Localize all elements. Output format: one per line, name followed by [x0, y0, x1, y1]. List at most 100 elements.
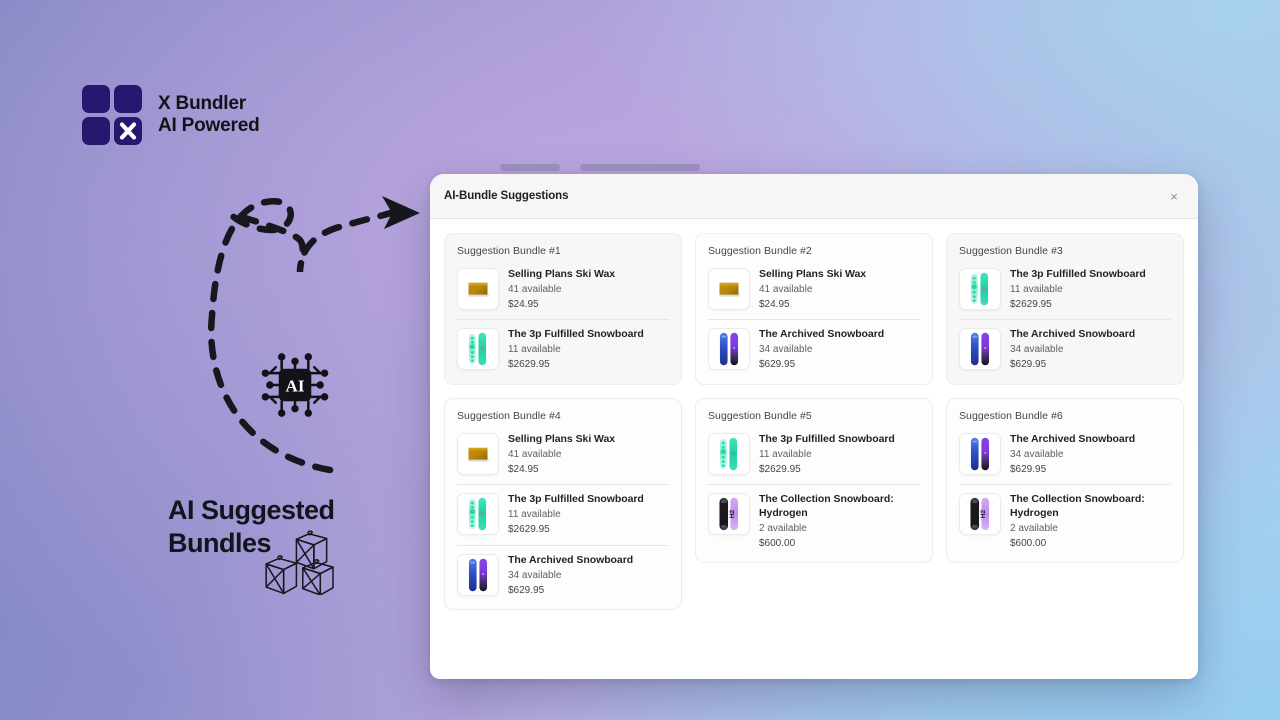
product-info: The Collection Snowboard: Hydrogen 2 ava…: [1010, 493, 1171, 550]
product-name: The Collection Snowboard: Hydrogen: [759, 493, 894, 519]
product-price: $629.95: [1010, 359, 1047, 371]
brand-lockup: X Bundler AI Powered: [82, 85, 260, 145]
logo-tile-1: [82, 85, 110, 113]
bundle-title: Suggestion Bundle #5: [708, 409, 812, 422]
product-info: Selling Plans Ski Wax 41 available $24.9…: [508, 268, 669, 311]
product-info: The Archived Snowboard 34 available $629…: [508, 554, 669, 597]
product-name: The 3p Fulfilled Snowboard: [508, 328, 644, 341]
teal-snowboard-thumb: [708, 432, 750, 475]
product-stock: 11 available: [1010, 283, 1063, 295]
modal-title: AI-Bundle Suggestions: [444, 190, 569, 202]
teal-snowboard-thumb: [457, 493, 499, 536]
product-stock: 34 available: [1010, 344, 1064, 356]
product-name: Selling Plans Ski Wax: [508, 268, 616, 280]
blue-purple-snowboard-thumb: [457, 553, 499, 596]
bundle-product-list: Selling Plans Ski Wax 41 available $24.9…: [708, 266, 920, 372]
product-stock: 34 available: [759, 344, 813, 356]
bundle-grid: Suggestion Bundle #1 Selling Plans Ski W…: [444, 233, 1184, 611]
bundle-product-row[interactable]: The 3p Fulfilled Snowboard 11 available …: [708, 431, 920, 484]
product-stock: 2 available: [759, 522, 807, 534]
blue-purple-snowboard-thumb: [708, 328, 750, 371]
bundle-product-list: Selling Plans Ski Wax 41 available $24.9…: [457, 266, 669, 372]
brand-text: X Bundler AI Powered: [158, 92, 260, 138]
packages-icon: [258, 525, 338, 595]
ski-wax-thumb: [708, 268, 750, 310]
product-stock: 11 available: [759, 448, 812, 460]
bundle-product-list: Selling Plans Ski Wax 41 available $24.9…: [457, 431, 669, 597]
bundle-product-row[interactable]: The 3p Fulfilled Snowboard 11 available …: [457, 319, 669, 371]
product-info: Selling Plans Ski Wax 41 available $24.9…: [508, 433, 669, 476]
ski-wax-thumb: [457, 268, 499, 310]
bundle-title: Suggestion Bundle #2: [708, 245, 812, 257]
bundle-product-row[interactable]: The Archived Snowboard 34 available $629…: [959, 319, 1171, 371]
bundle-title: Suggestion Bundle #4: [457, 409, 561, 422]
product-name: The Archived Snowboard: [759, 328, 885, 341]
bundle-product-row[interactable]: The 3p Fulfilled Snowboard 11 available …: [457, 484, 669, 544]
bundle-product-row[interactable]: The 3p Fulfilled Snowboard 11 available …: [959, 266, 1171, 319]
product-price: $629.95: [759, 359, 796, 371]
product-info: The 3p Fulfilled Snowboard 11 available …: [759, 433, 920, 476]
product-stock: 41 available: [759, 283, 813, 295]
product-stock: 11 available: [508, 509, 561, 521]
bundle-product-row[interactable]: H2 The Collection Snowboard: Hydrogen 2 …: [708, 484, 920, 550]
product-info: The 3p Fulfilled Snowboard 11 available …: [1010, 268, 1171, 311]
promo-screenshot: X Bundler AI Powered AI AI Suggested Bun…: [0, 0, 1280, 720]
bundle-card-6[interactable]: Suggestion Bundle #6 The Archived Snowbo: [946, 397, 1184, 564]
product-stock: 41 available: [508, 448, 562, 460]
bundle-card-1[interactable]: Suggestion Bundle #1 Selling Plans Ski W…: [444, 233, 682, 385]
product-info: The Archived Snowboard 34 available $629…: [1010, 328, 1171, 371]
bundle-product-row[interactable]: Selling Plans Ski Wax 41 available $24.9…: [457, 266, 669, 319]
bundle-product-list: The 3p Fulfilled Snowboard 11 available …: [959, 266, 1171, 372]
product-price: $24.95: [759, 298, 790, 310]
logo-tile-x-icon: [114, 117, 142, 145]
product-name: The Archived Snowboard: [1010, 328, 1136, 341]
product-info: The 3p Fulfilled Snowboard 11 available …: [508, 493, 669, 536]
brand-line-1: X Bundler: [158, 92, 246, 114]
bundle-product-row[interactable]: The Archived Snowboard 34 available $629…: [457, 544, 669, 597]
ghost-bar: [580, 163, 700, 171]
ai-bundle-suggestions-modal: AI-Bundle Suggestions × Suggestion Bundl…: [430, 174, 1198, 679]
hydrogen-snowboard-thumb: H2: [708, 493, 750, 536]
bundle-card-3[interactable]: Suggestion Bundle #3 The 3p Fulfilled Sn…: [946, 233, 1184, 385]
product-info: The Archived Snowboard 34 available $629…: [1010, 433, 1171, 476]
ski-wax-thumb: [457, 432, 499, 475]
ghost-bar: [500, 163, 560, 171]
product-price: $24.95: [508, 463, 539, 475]
bundle-product-row[interactable]: The Archived Snowboard 34 available $629…: [708, 319, 920, 371]
product-name: The Archived Snowboard: [1010, 432, 1136, 445]
logo-tile-2: [114, 85, 142, 113]
product-info: The Archived Snowboard 34 available $629…: [759, 328, 920, 371]
product-name: The 3p Fulfilled Snowboard: [759, 432, 895, 445]
hydrogen-snowboard-thumb: H2: [959, 493, 1001, 536]
product-stock: 34 available: [508, 569, 562, 581]
x-bundler-grid-logo: [82, 85, 142, 145]
product-price: $629.95: [508, 584, 545, 596]
product-name: The 3p Fulfilled Snowboard: [508, 493, 644, 506]
product-name: The Archived Snowboard: [508, 553, 634, 566]
bundle-title: Suggestion Bundle #3: [959, 245, 1063, 257]
bundle-card-4[interactable]: Suggestion Bundle #4 Selling Plans Ski W…: [444, 397, 682, 611]
modal-body: Suggestion Bundle #1 Selling Plans Ski W…: [430, 219, 1198, 679]
blue-purple-snowboard-thumb: [959, 432, 1001, 475]
product-price: $2629.95: [1010, 298, 1052, 310]
modal-header: AI-Bundle Suggestions ×: [430, 174, 1198, 219]
product-stock: 2 available: [1010, 522, 1058, 534]
bundle-product-row[interactable]: H2 The Collection Snowboard: Hydrogen 2 …: [959, 484, 1171, 550]
bundle-card-2[interactable]: Suggestion Bundle #2 Selling Plans Ski W…: [695, 233, 933, 385]
product-info: The Collection Snowboard: Hydrogen 2 ava…: [759, 493, 920, 550]
bundle-product-row[interactable]: Selling Plans Ski Wax 41 available $24.9…: [457, 431, 669, 484]
product-price: $2629.95: [759, 463, 801, 475]
bundle-card-5[interactable]: Suggestion Bundle #5 The 3p Fulfilled Sn…: [695, 397, 933, 564]
close-icon[interactable]: ×: [1164, 186, 1184, 206]
product-price: $629.95: [1010, 463, 1047, 475]
product-name: Selling Plans Ski Wax: [508, 432, 616, 445]
bundle-product-list: The Archived Snowboard 34 available $629…: [959, 431, 1171, 550]
bundle-product-row[interactable]: The Archived Snowboard 34 available $629…: [959, 431, 1171, 484]
teal-snowboard-thumb: [959, 268, 1001, 310]
bundle-product-row[interactable]: Selling Plans Ski Wax 41 available $24.9…: [708, 266, 920, 319]
product-name: The Collection Snowboard: Hydrogen: [1010, 493, 1145, 519]
product-price: $24.95: [508, 298, 539, 310]
bundle-title: Suggestion Bundle #1: [457, 245, 561, 257]
product-stock: 41 available: [508, 283, 562, 295]
svg-text:H2: H2: [729, 510, 736, 519]
